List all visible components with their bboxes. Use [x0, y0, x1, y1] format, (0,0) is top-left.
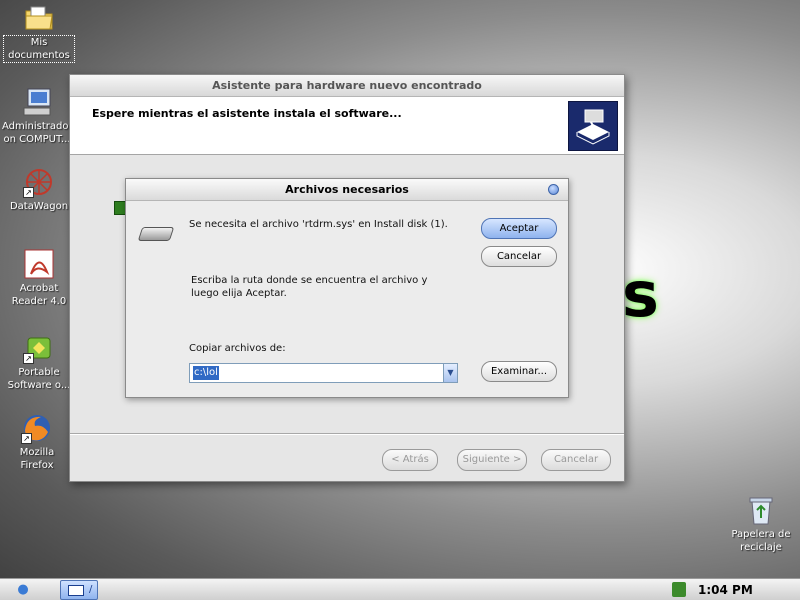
my-documents-folder-icon	[23, 2, 55, 34]
disk-drive-icon	[137, 227, 175, 241]
background-logo: s	[622, 258, 659, 331]
copy-from-value[interactable]: c:\lol	[193, 366, 219, 380]
desktop-icon-administrator-computer[interactable]: Administrador on COMPUT...	[2, 86, 73, 146]
wizard-title[interactable]: Asistente para hardware nuevo encontrado	[70, 75, 624, 97]
acrobat-icon	[23, 248, 55, 280]
window-icon	[68, 585, 84, 596]
task-separator: /	[89, 584, 93, 595]
desktop-icon-datawagon[interactable]: ↗ DataWagon	[4, 166, 74, 213]
shortcut-arrow-icon: ↗	[23, 353, 34, 364]
desktop-icon-label: Mozilla Firefox	[19, 447, 55, 471]
ok-button[interactable]: Aceptar	[481, 218, 557, 239]
desktop-icon-label: Mis documentos	[3, 35, 75, 63]
desktop-icon-label: DataWagon	[9, 201, 69, 212]
computer-icon	[21, 86, 53, 118]
hardware-install-icon	[568, 101, 618, 151]
wizard-cancel-button[interactable]: Cancelar	[541, 449, 611, 471]
taskbar-item-wizard[interactable]: /	[60, 580, 98, 600]
files-needed-dialog: Archivos necesarios Se necesita el archi…	[125, 178, 569, 398]
dialog-cancel-button[interactable]: Cancelar	[481, 246, 557, 267]
wizard-header-text: Espere mientras el asistente instala el …	[92, 107, 402, 120]
desktop-icon-label: Papelera de reciclaje	[731, 529, 791, 553]
datawagon-icon: ↗	[23, 166, 55, 198]
desktop-icon-my-documents[interactable]: Mis documentos	[3, 2, 75, 63]
desktop-icon-recycle-bin[interactable]: Papelera de reciclaje	[724, 494, 798, 554]
desktop-icon-label: Administrador on COMPUT...	[2, 121, 73, 145]
browse-button[interactable]: Examinar...	[481, 361, 557, 382]
taskbar: ● / 1:04 PM	[0, 578, 800, 600]
missing-file-message: Se necesita el archivo 'rtdrm.sys' en In…	[189, 219, 448, 230]
back-button[interactable]: < Atrás	[382, 449, 438, 471]
desktop-icon-label: Portable Software o...	[7, 367, 71, 391]
portable-software-icon: ↗	[23, 332, 55, 364]
firefox-icon: ↗	[21, 412, 53, 444]
clock[interactable]: 1:04 PM	[698, 579, 753, 600]
shortcut-arrow-icon: ↗	[23, 187, 34, 198]
desktop-icon-firefox[interactable]: ↗ Mozilla Firefox	[2, 412, 72, 472]
desktop-icon-portable-software[interactable]: ↗ Portable Software o...	[4, 332, 74, 392]
copy-from-label: Copiar archivos de:	[189, 343, 286, 354]
close-icon[interactable]	[548, 184, 559, 195]
dialog-title[interactable]: Archivos necesarios	[126, 179, 568, 201]
desktop-icon-acrobat-reader[interactable]: Acrobat Reader 4.0	[4, 248, 74, 308]
network-tray-icon[interactable]	[672, 582, 686, 597]
wizard-separator	[70, 433, 624, 435]
next-button[interactable]: Siguiente >	[457, 449, 527, 471]
recycle-bin-icon	[745, 494, 777, 526]
copy-from-combobox[interactable]: c:\lol ▼	[189, 363, 458, 383]
start-menu-apple-icon[interactable]: ●	[14, 582, 32, 598]
dialog-title-text: Archivos necesarios	[285, 183, 409, 196]
path-instruction: Escriba la ruta donde se encuentra el ar…	[191, 275, 428, 299]
chevron-down-icon[interactable]: ▼	[443, 364, 457, 382]
shortcut-arrow-icon: ↗	[21, 433, 32, 444]
desktop-icon-label: Acrobat Reader 4.0	[11, 283, 67, 307]
wizard-header: Espere mientras el asistente instala el …	[70, 97, 624, 155]
